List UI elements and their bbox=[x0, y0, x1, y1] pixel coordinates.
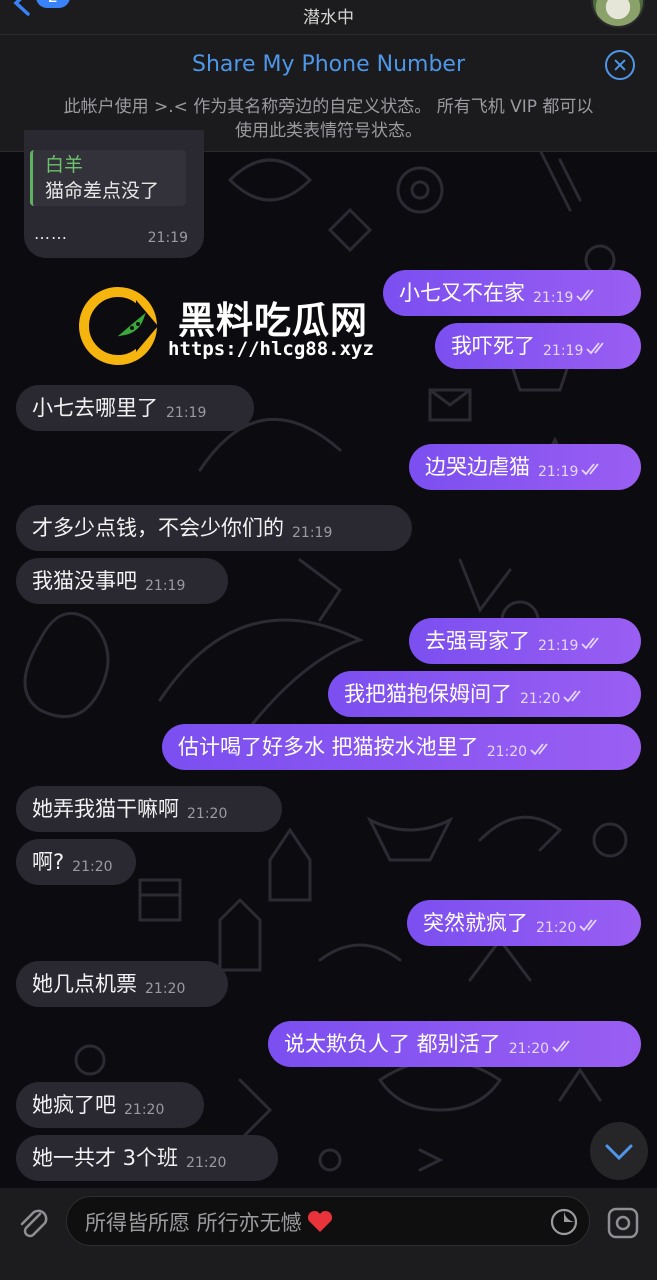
message-text: 说太欺负人了 都别活了 bbox=[284, 1032, 501, 1056]
message-bubble-incoming[interactable]: 小七去哪里了 21:19 bbox=[16, 385, 254, 431]
message-time: 21:20 bbox=[145, 981, 186, 997]
read-checkmarks-icon bbox=[530, 743, 548, 756]
message-bubble-incoming[interactable]: 她弄我猫干嘛啊 21:20 bbox=[16, 786, 282, 832]
paperclip-icon[interactable] bbox=[14, 1204, 52, 1242]
message-bubble-incoming[interactable]: 我猫没事吧 21:19 bbox=[16, 558, 228, 604]
message-text: 估计喝了好多水 把猫按水池里了 bbox=[178, 735, 479, 759]
message-text: 边哭边虐猫 bbox=[425, 455, 530, 479]
message-time: 21:19 bbox=[147, 230, 188, 246]
message-bubble-incoming[interactable]: 她一共才 3个班 21:20 bbox=[16, 1135, 278, 1181]
message-text: 小七去哪里了 bbox=[32, 396, 158, 420]
message-text: 啊? bbox=[32, 850, 65, 874]
message-text: 才多少点钱，不会少你们的 bbox=[32, 516, 284, 540]
message-bubble-outgoing[interactable]: 边哭边虐猫 21:19 bbox=[409, 444, 641, 490]
watermelon-logo-icon bbox=[79, 287, 158, 365]
chat-status-title: 潜水中 bbox=[303, 8, 354, 28]
sticker-icon[interactable] bbox=[549, 1207, 579, 1237]
message-bubble-outgoing[interactable]: 估计喝了好多水 把猫按水池里了 21:20 bbox=[162, 724, 641, 770]
message-bubble-incoming[interactable]: 她几点机票 21:20 bbox=[16, 961, 228, 1007]
reply-sender-name: 白羊 bbox=[45, 154, 84, 176]
watermark: 黑料吃瓜网 https://hlcg88.xyz bbox=[78, 286, 398, 366]
message-time: 21:20 bbox=[186, 1155, 227, 1171]
message-bubble-incoming[interactable]: 啊? 21:20 bbox=[16, 839, 136, 885]
read-checkmarks-icon bbox=[579, 919, 598, 932]
message-time: 21:20 bbox=[508, 1041, 550, 1057]
message-bubble-outgoing[interactable]: 我把猫抱保姆间了 21:20 bbox=[328, 671, 641, 717]
message-time: 21:20 bbox=[520, 691, 561, 707]
close-icon[interactable] bbox=[605, 50, 635, 80]
message-bubble-incoming[interactable]: 她疯了吧 21:20 bbox=[16, 1082, 204, 1128]
message-bubble-outgoing[interactable]: 说太欺负人了 都别活了 21:20 bbox=[268, 1021, 641, 1067]
message-time: 21:20 bbox=[72, 859, 113, 875]
message-text: 她弄我猫干嘛啊 bbox=[32, 797, 179, 821]
message-time: 21:19 bbox=[166, 405, 207, 421]
message-text: …… bbox=[34, 224, 68, 243]
message-text: 她一共才 3个班 bbox=[32, 1146, 179, 1170]
message-input[interactable]: 所得皆所愿 所行亦无憾 bbox=[66, 1196, 590, 1246]
banner-line-1: 此帐户使用 >.< 作为其名称旁边的自定义状态。 所有飞机 VIP 都可以 bbox=[63, 97, 594, 117]
message-time: 21:19 bbox=[543, 343, 584, 359]
message-time: 21:19 bbox=[538, 464, 579, 480]
message-time: 21:19 bbox=[145, 578, 186, 594]
message-bubble-outgoing[interactable]: 我吓死了 21:19 bbox=[435, 323, 641, 369]
message-bubble-outgoing[interactable]: 小七又不在家 21:19 bbox=[383, 270, 641, 316]
message-bubble-outgoing[interactable]: 突然就疯了 21:20 bbox=[407, 900, 641, 946]
message-time: 21:19 bbox=[292, 525, 333, 541]
heart-emoji bbox=[307, 1210, 332, 1232]
read-checkmarks-icon bbox=[552, 1040, 570, 1053]
message-text: 去强哥家了 bbox=[425, 629, 530, 653]
message-bubble-incoming[interactable]: 才多少点钱，不会少你们的 21:19 bbox=[16, 505, 412, 551]
input-bar: 所得皆所愿 所行亦无憾 bbox=[0, 1188, 657, 1280]
message-bubble-outgoing[interactable]: 去强哥家了 21:19 bbox=[409, 618, 641, 664]
message-time: 21:20 bbox=[187, 806, 228, 822]
message-bubble-incoming[interactable]: 白羊 猫命差点没了 …… 21:19 bbox=[24, 130, 204, 258]
message-time: 21:19 bbox=[533, 290, 574, 306]
message-text: 突然就疯了 bbox=[423, 911, 528, 935]
message-text: 她疯了吧 bbox=[32, 1093, 116, 1117]
scroll-down-button[interactable] bbox=[590, 1122, 648, 1180]
message-text: 小七又不在家 bbox=[399, 281, 525, 305]
read-checkmarks-icon bbox=[576, 289, 595, 302]
read-checkmarks-icon bbox=[581, 463, 600, 476]
top-bar: 2 潜水中 bbox=[0, 0, 657, 34]
message-input-value: 所得皆所愿 所行亦无憾 bbox=[85, 1211, 302, 1235]
reply-quote[interactable]: 白羊 猫命差点没了 bbox=[30, 150, 186, 206]
message-text: 我猫没事吧 bbox=[32, 569, 137, 593]
watermark-site-name: 黑料吃瓜网 bbox=[178, 299, 368, 342]
message-time: 21:20 bbox=[536, 920, 577, 936]
message-text: 我吓死了 bbox=[451, 334, 535, 358]
reply-quoted-text: 猫命差点没了 bbox=[45, 180, 160, 202]
message-time: 21:19 bbox=[538, 638, 579, 654]
message-input-text: 所得皆所愿 所行亦无憾 bbox=[85, 1207, 334, 1237]
watermark-url: https://hlcg88.xyz bbox=[168, 338, 374, 360]
chevron-down-icon bbox=[605, 1144, 633, 1161]
message-time: 21:20 bbox=[486, 744, 528, 760]
camera-icon[interactable] bbox=[604, 1204, 642, 1242]
share-phone-link[interactable]: Share My Phone Number bbox=[0, 52, 657, 77]
message-text: 我把猫抱保姆间了 bbox=[344, 682, 512, 706]
read-checkmarks-icon bbox=[563, 690, 582, 703]
read-checkmarks-icon bbox=[581, 637, 600, 650]
message-text: 她几点机票 bbox=[32, 972, 137, 996]
read-checkmarks-icon bbox=[586, 342, 605, 355]
message-time: 21:20 bbox=[124, 1102, 165, 1118]
